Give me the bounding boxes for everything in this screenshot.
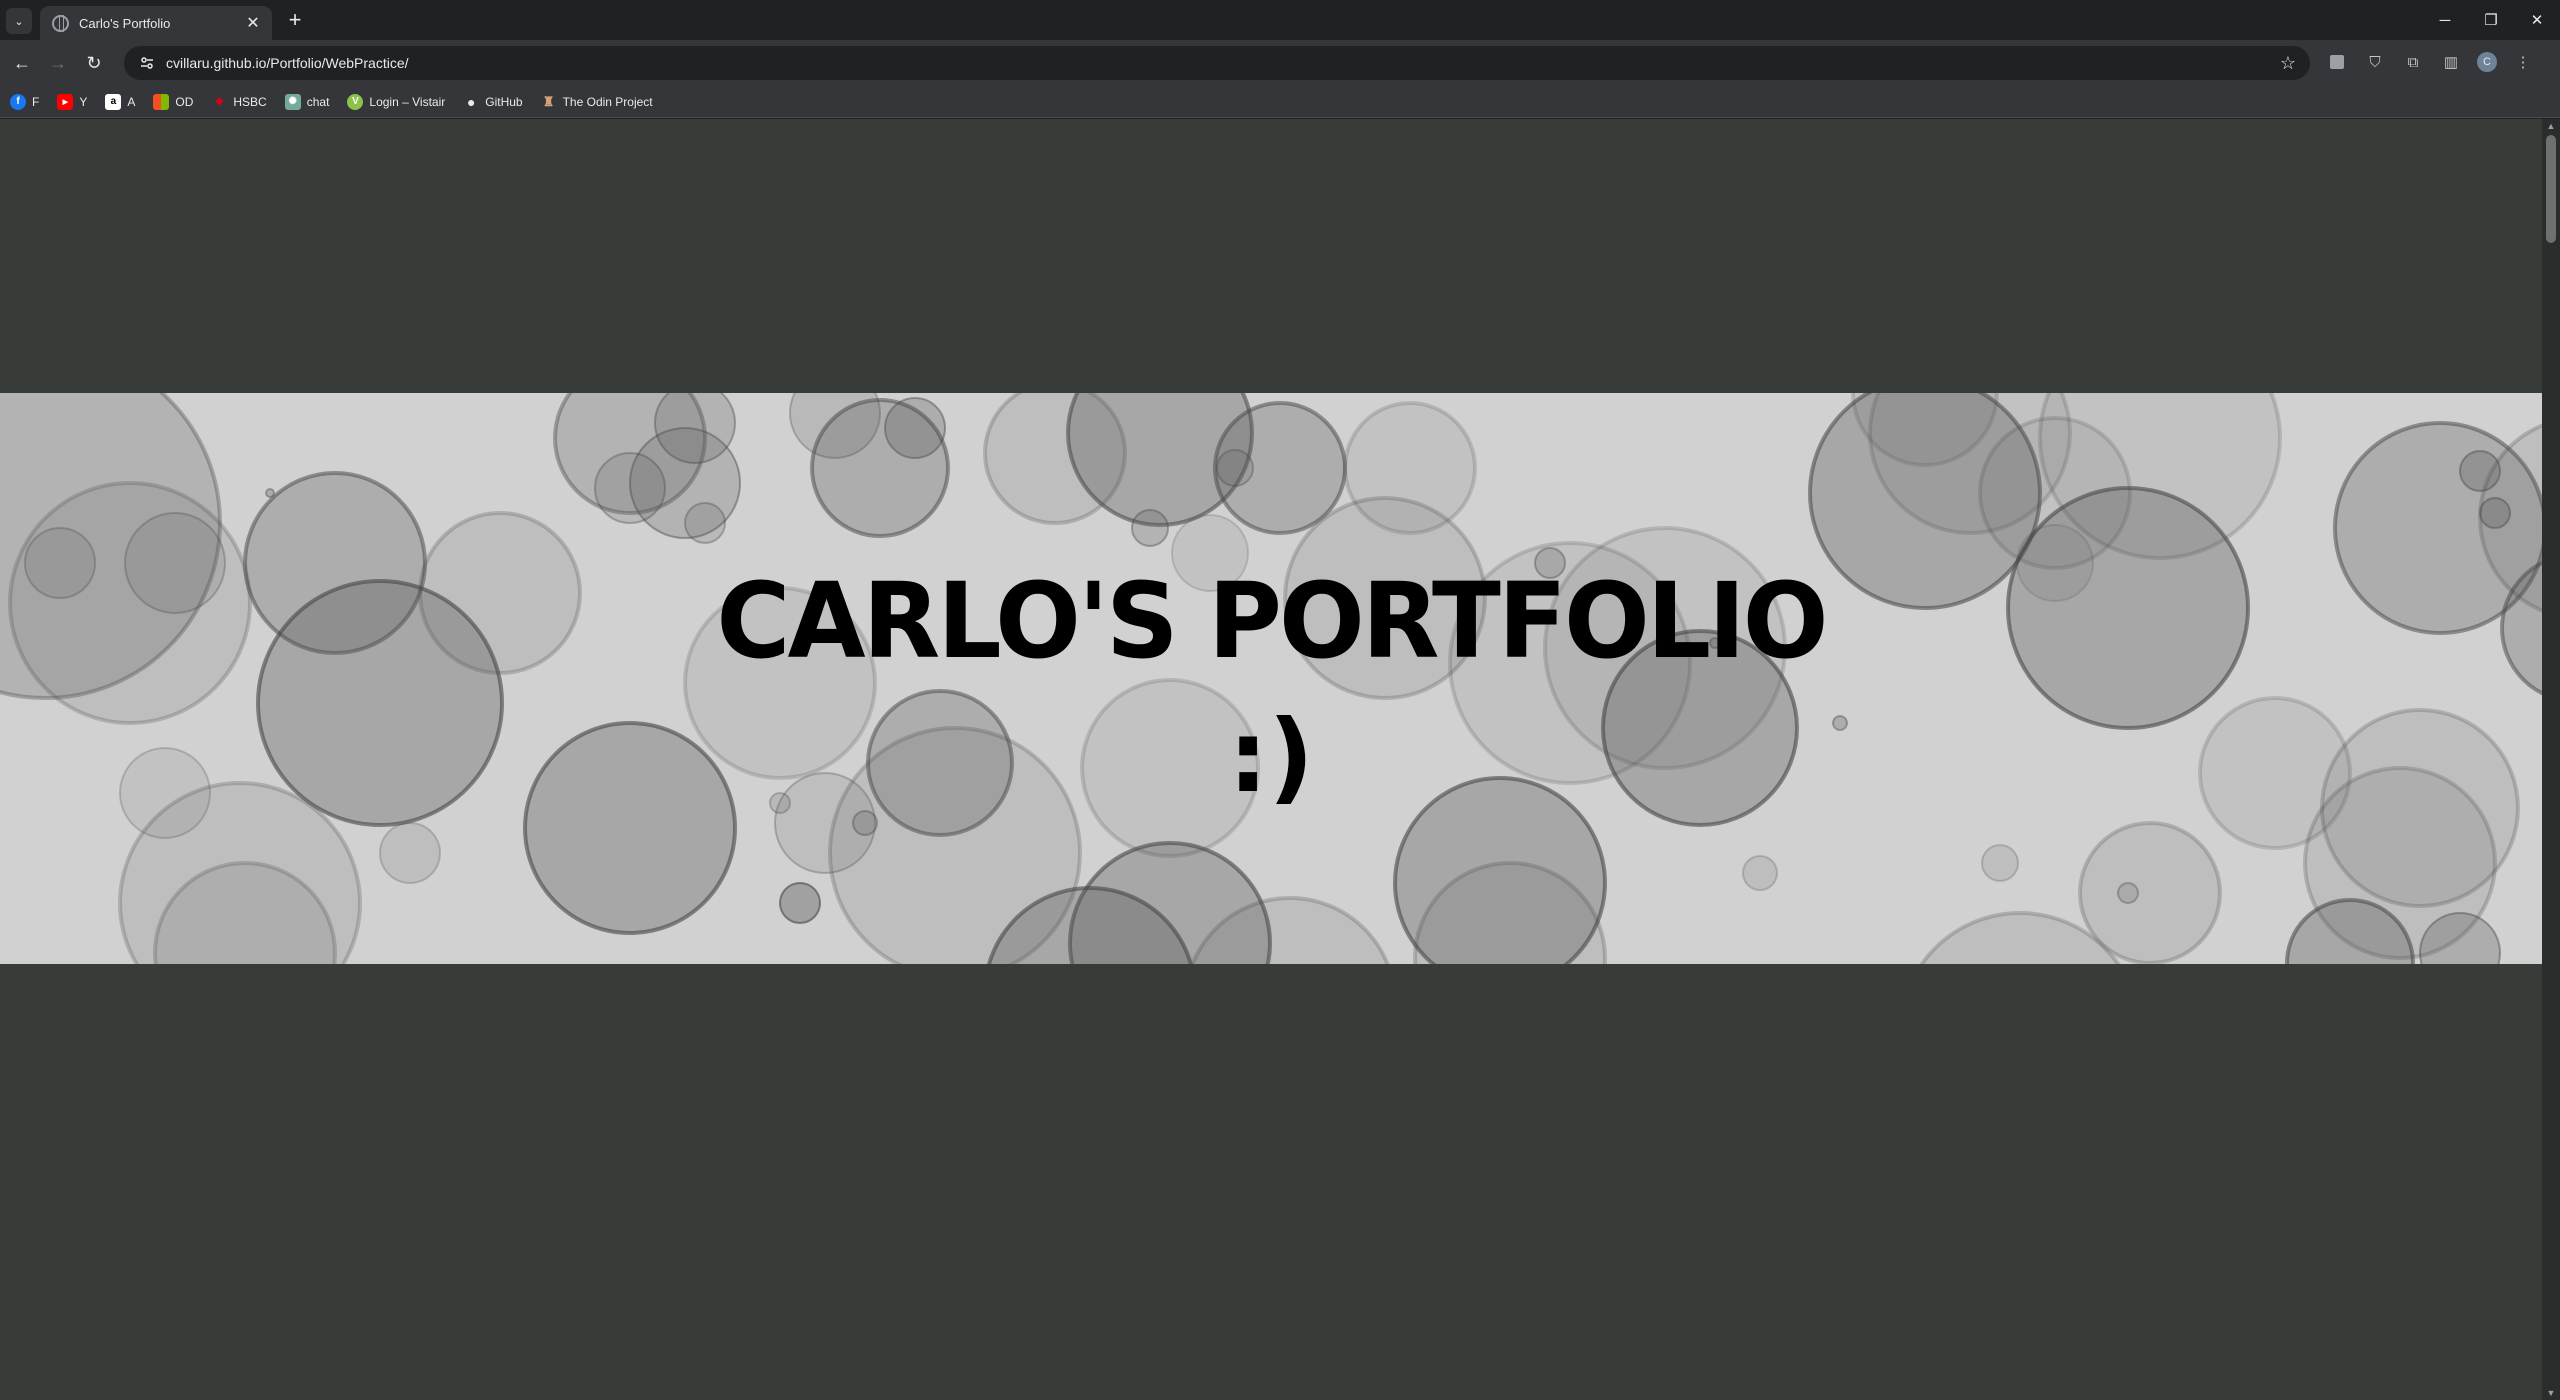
bookmark-star-icon[interactable]: ☆ <box>2280 53 2296 74</box>
tab-search-button[interactable]: ⌄ <box>6 8 32 34</box>
vertical-scrollbar[interactable]: ▲ ▼ <box>2542 119 2560 1400</box>
bubble <box>1216 449 1254 487</box>
bookmark-label: OD <box>175 94 194 109</box>
bubble <box>684 502 726 544</box>
bookmark-facebook[interactable]: f F <box>10 93 40 110</box>
close-icon[interactable]: ✕ <box>244 13 262 33</box>
bookmark-label: chat <box>306 94 330 109</box>
tab-carlos-portfolio[interactable]: Carlo's Portfolio ✕ <box>40 6 272 40</box>
smiley-text: :) <box>1228 698 1314 815</box>
bookmark-amazon[interactable]: a A <box>105 93 136 110</box>
bubble <box>1131 509 1169 547</box>
bookmark-odin-project[interactable]: ♜ The Odin Project <box>541 94 653 110</box>
facebook-icon: f <box>10 93 26 110</box>
bubble <box>810 398 950 538</box>
close-window-button[interactable]: ✕ <box>2514 0 2560 40</box>
scroll-down-arrow[interactable]: ▼ <box>2542 1388 2560 1398</box>
bubble <box>2117 882 2139 904</box>
chatgpt-icon: ✺ <box>284 93 301 110</box>
bubble <box>779 882 821 924</box>
bookmark-label: A <box>127 94 136 109</box>
profile-avatar[interactable]: C <box>2477 52 2497 72</box>
tab-strip: ⌄ Carlo's Portfolio ✕ + ─ ❐ ✕ <box>0 0 2560 40</box>
bubble <box>594 452 666 524</box>
shield-icon[interactable]: ⛉ <box>2363 50 2387 74</box>
reload-button[interactable]: ↻ <box>80 49 108 77</box>
bookmark-vistair[interactable]: V Login – Vistair <box>347 93 446 110</box>
bookmark-label: F <box>32 94 40 109</box>
amazon-icon: a <box>105 93 122 110</box>
bookmark-label: HSBC <box>233 94 267 109</box>
window-controls: ─ ❐ ✕ <box>2422 0 2560 40</box>
globe-icon <box>52 14 69 32</box>
chevron-down-icon: ⌄ <box>14 15 24 28</box>
bubble <box>379 822 441 884</box>
vistair-icon: V <box>347 93 364 110</box>
new-tab-button[interactable]: + <box>282 7 308 33</box>
minimize-button[interactable]: ─ <box>2422 0 2468 40</box>
tab-title: Carlo's Portfolio <box>79 15 171 31</box>
bookmark-label: GitHub <box>485 94 523 109</box>
hsbc-icon: ◆ <box>215 96 224 107</box>
bubble <box>654 393 736 464</box>
bubble <box>265 488 275 498</box>
side-panel-icon[interactable]: ▥ <box>2439 50 2463 74</box>
bookmark-label: The Odin Project <box>562 94 653 109</box>
url-text[interactable]: cvillaru.github.io/Portfolio/WebPractice… <box>166 55 2280 71</box>
scroll-thumb[interactable] <box>2546 135 2556 243</box>
address-bar[interactable]: cvillaru.github.io/Portfolio/WebPractice… <box>124 46 2310 80</box>
hero-banner: CARLO'S PORTFOLIO :) <box>0 393 2542 964</box>
bookmark-od[interactable]: OD <box>153 93 194 110</box>
bookmark-label: Y <box>79 94 88 109</box>
extension-icon[interactable] <box>2325 50 2349 74</box>
microsoft-icon <box>153 93 170 110</box>
bookmark-hsbc[interactable]: ◆ HSBC <box>211 94 267 110</box>
bubble <box>1742 855 1778 891</box>
site-info-icon[interactable] <box>138 54 156 72</box>
bubble <box>1981 844 2019 882</box>
scroll-up-arrow[interactable]: ▲ <box>2542 121 2560 131</box>
forward-button[interactable]: → <box>44 49 72 77</box>
page-title: CARLO'S PORTFOLIO <box>716 560 1828 682</box>
bookmark-github[interactable]: ● GitHub <box>463 93 523 110</box>
more-menu-icon[interactable]: ⋮ <box>2511 50 2535 74</box>
github-icon: ● <box>467 93 476 110</box>
back-button[interactable]: ← <box>8 49 36 77</box>
puzzle-icon[interactable]: ⧉ <box>2401 50 2425 74</box>
youtube-icon: ▶ <box>57 93 74 110</box>
odin-project-icon: ♜ <box>542 93 555 109</box>
bookmark-youtube[interactable]: ▶ Y <box>57 93 88 110</box>
bookmark-label: Login – Vistair <box>369 94 446 109</box>
bubble <box>2078 821 2222 964</box>
bookmarks-bar: f F ▶ Y a A OD ◆ HSBC ✺ chat V Login – V… <box>0 86 2560 118</box>
bookmark-chat[interactable]: ✺ chat <box>284 93 330 110</box>
browser-toolbar: ← → ↻ cvillaru.github.io/Portfolio/WebPr… <box>0 40 2560 86</box>
page-viewport: CARLO'S PORTFOLIO :) <box>0 119 2560 1400</box>
restore-button[interactable]: ❐ <box>2468 0 2514 40</box>
extensions-area: ⛉ ⧉ ▥ C ⋮ <box>2325 50 2535 74</box>
